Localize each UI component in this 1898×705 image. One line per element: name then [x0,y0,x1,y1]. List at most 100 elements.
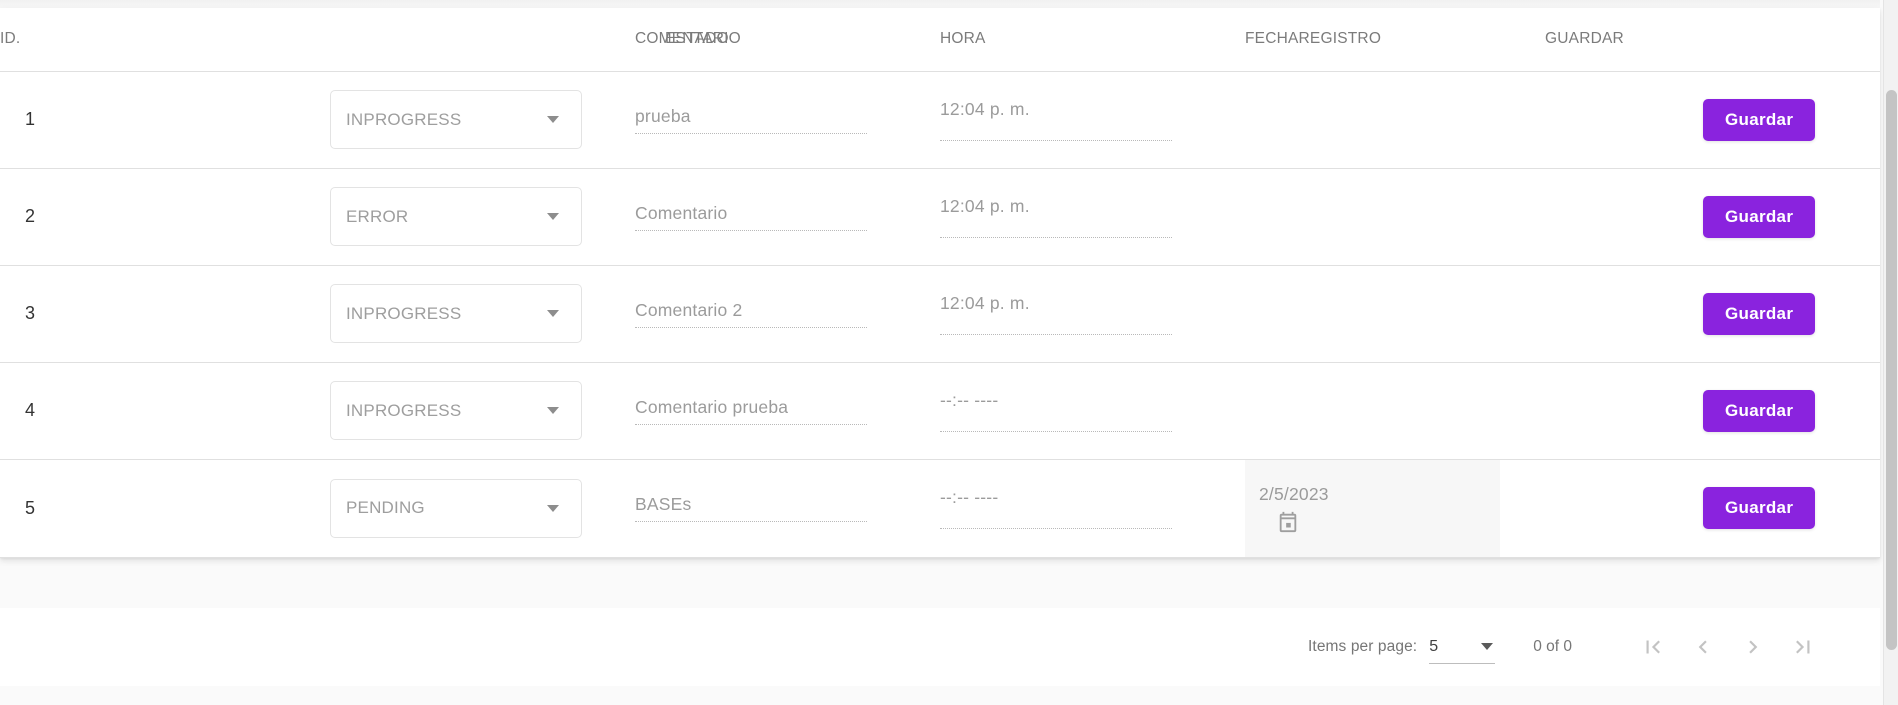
cell-id: 4 [0,362,330,460]
table-paginator: Items per page: 5 0 of 0 [0,608,1880,686]
table-header-row: ID. ESTADO COMENTARIO HORA FECHAREGISTRO… [0,8,1880,72]
guardar-wrap: Guardar [1545,98,1880,141]
next-page-icon [1749,640,1758,654]
comentario-input-value: Comentario 2 [635,299,743,320]
table-body: 1 INPROGRESS prueba 12:04 p. m. Guardar … [0,71,1880,558]
column-header-estado: ESTADO [330,8,729,72]
hora-input-value: 12:04 p. m. [940,195,1030,216]
cell-comentario: Comentario prueba [635,362,940,460]
cell-id: 5 [0,459,330,558]
table-row: 5 PENDING BASEs --:-- ---- 2/5/2023 Guar… [0,459,1880,558]
next-page-button[interactable] [1728,622,1778,672]
vertical-scrollbar-thumb[interactable] [1886,90,1897,650]
calendar-icon[interactable] [1277,511,1299,533]
cell-guardar: Guardar [1545,362,1880,460]
cell-fecharegistro [1245,362,1545,460]
guardar-wrap: Guardar [1545,389,1880,432]
table-row: 3 INPROGRESS Comentario 2 12:04 p. m. Gu… [0,265,1880,363]
cell-estado: ERROR [330,168,635,266]
last-page-button[interactable] [1778,622,1828,672]
registros-table: ID. ESTADO COMENTARIO HORA FECHAREGISTRO… [0,8,1880,558]
cell-hora: --:-- ---- [940,459,1245,558]
estado-select[interactable]: ERROR [330,187,582,246]
cell-id: 3 [0,265,330,363]
hora-input-underline [940,236,1172,238]
hora-input[interactable]: 12:04 p. m. [940,196,1172,238]
guardar-button[interactable]: Guardar [1703,487,1816,529]
cell-comentario: prueba [635,71,940,169]
vertical-scrollbar-track[interactable] [1883,0,1898,705]
guardar-button[interactable]: Guardar [1703,98,1816,141]
row-id-value: 3 [25,303,36,323]
estado-select-value: PENDING [346,498,425,517]
hora-input[interactable]: --:-- ---- [940,487,1172,529]
cell-guardar: Guardar [1545,265,1880,363]
estado-select[interactable]: INPROGRESS [330,90,582,149]
comentario-input[interactable]: BASEs [635,494,867,522]
estado-select-value: ERROR [346,206,409,226]
hora-input-value: 12:04 p. m. [940,292,1030,313]
comentario-input-value: Comentario [635,202,728,223]
guardar-wrap: Guardar [1545,195,1880,238]
table-header: ID. ESTADO COMENTARIO HORA FECHAREGISTRO… [0,8,1880,72]
hora-input-underline [940,528,1172,529]
fecharegistro-datepicker[interactable]: 2/5/2023 [1245,459,1500,557]
column-header-guardar: GUARDAR [1545,8,1880,72]
first-page-icon [1646,640,1660,654]
row-id-value: 4 [25,400,36,420]
comentario-input-value: Comentario prueba [635,396,789,417]
last-page-icon [1796,640,1810,654]
cell-id: 2 [0,168,330,266]
row-id-value: 5 [25,497,36,518]
guardar-button[interactable]: Guardar [1703,389,1816,432]
previous-page-button[interactable] [1678,622,1728,672]
guardar-button[interactable]: Guardar [1703,292,1816,335]
first-page-button[interactable] [1628,622,1678,672]
comentario-input[interactable]: prueba [635,106,867,134]
comentario-input-value: prueba [635,105,691,126]
column-header-hora: HORA [940,8,1245,72]
cell-hora: --:-- ---- [940,362,1245,460]
comentario-input[interactable]: Comentario [635,203,867,231]
cell-fecharegistro [1245,265,1545,363]
cell-estado: INPROGRESS [330,362,635,460]
estado-select[interactable]: PENDING [330,478,582,538]
cell-estado: PENDING [330,459,635,558]
chevron-down-icon [547,310,559,317]
hora-input[interactable]: 12:04 p. m. [940,99,1172,141]
column-header-fecharegistro: FECHAREGISTRO [1245,8,1545,72]
hora-input-value: --:-- ---- [940,389,999,410]
hora-input-underline [940,430,1172,432]
hora-input[interactable]: 12:04 p. m. [940,293,1172,335]
comentario-input-value: BASEs [635,494,692,514]
cell-hora: 12:04 p. m. [940,168,1245,266]
cell-fecharegistro [1245,71,1545,169]
hora-input-value: 12:04 p. m. [940,98,1030,119]
items-per-page-select[interactable]: 5 [1429,630,1496,664]
cell-comentario: Comentario [635,168,940,266]
cell-estado: INPROGRESS [330,265,635,363]
chevron-down-icon [547,213,559,220]
hora-input-underline [940,333,1172,335]
previous-page-icon [1698,640,1707,654]
hora-input-value: --:-- ---- [940,487,999,507]
table-row: 2 ERROR Comentario 12:04 p. m. Guardar [0,168,1880,266]
chevron-down-icon [547,504,559,512]
top-strip [0,0,1880,8]
estado-select[interactable]: INPROGRESS [330,284,582,343]
comentario-input[interactable]: Comentario 2 [635,300,867,328]
chevron-down-icon [547,407,559,414]
cell-comentario: Comentario 2 [635,265,940,363]
guardar-button[interactable]: Guardar [1703,195,1816,238]
estado-select-value: INPROGRESS [346,109,462,129]
table-row: 4 INPROGRESS Comentario prueba --:-- ---… [0,362,1880,460]
hora-input[interactable]: --:-- ---- [940,390,1172,432]
fecharegistro-value: 2/5/2023 [1259,483,1329,504]
estado-select[interactable]: INPROGRESS [330,381,582,440]
comentario-input[interactable]: Comentario prueba [635,397,867,425]
cell-guardar: Guardar [1545,71,1880,169]
table-row: 1 INPROGRESS prueba 12:04 p. m. Guardar [0,71,1880,169]
hora-input-underline [940,139,1172,141]
chevron-down-icon [547,116,559,123]
cell-hora: 12:04 p. m. [940,71,1245,169]
